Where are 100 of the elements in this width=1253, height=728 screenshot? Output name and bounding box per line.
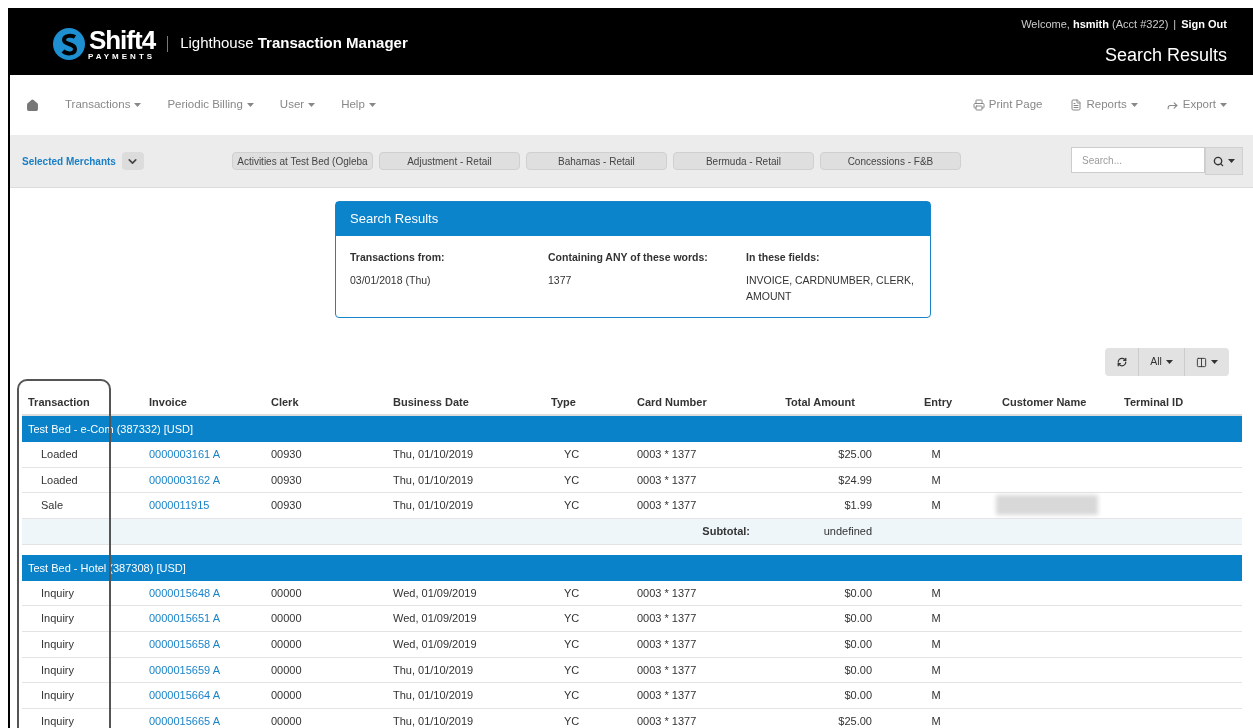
merchant-chip[interactable]: Activities at Test Bed (Ogleba (231, 152, 373, 170)
nav-menu[interactable]: Periodic Billing (167, 96, 254, 114)
selected-merchants-label: Selected Merchants (22, 154, 116, 169)
table-cell-text: $0.00 (843, 585, 873, 601)
app-title: Lighthouse Transaction Manager (180, 33, 408, 54)
merchants-dropdown-button[interactable] (121, 152, 144, 170)
table-cell-text: Inquiry (40, 662, 76, 678)
table-cell-text: 0003 * 1377 (636, 447, 698, 463)
table-cell-text: M (930, 472, 942, 488)
table-cell-text: 0003 * 1377 (636, 585, 698, 601)
table-cell-text: 0003 * 1377 (636, 472, 698, 488)
invoice-link[interactable]: 0000011915 (149, 499, 210, 512)
table-cell-text: YC (563, 713, 581, 728)
home-icon[interactable] (26, 98, 39, 112)
table-cell-text: Inquiry (40, 713, 76, 728)
merchant-chip[interactable]: Concessions - F&B (819, 152, 961, 170)
caret-icon (1228, 159, 1235, 163)
invoice-link[interactable]: 0000015665 A (149, 714, 220, 727)
merchant-chip[interactable]: Bahamas - Retail (525, 152, 667, 170)
merchant-chip[interactable]: Adjustment - Retail (378, 152, 520, 170)
field-value: 1377 (548, 272, 573, 288)
column-header[interactable]: Total Amount (785, 393, 855, 411)
subtotal-label: Subtotal: (701, 524, 751, 540)
table-cell-text: Wed, 01/09/2019 (392, 611, 478, 627)
nav-menu[interactable]: Help (341, 96, 376, 114)
welcome-text: Welcome, hsmith (Acct #322) (1021, 17, 1169, 32)
caret-icon (134, 103, 142, 107)
table-cell-text: YC (563, 611, 581, 627)
caret-icon (246, 103, 254, 107)
table-cell-text: $24.99 (837, 472, 873, 488)
table-cell-text: 0003 * 1377 (636, 713, 698, 728)
table-cell-text: YC (563, 447, 581, 463)
table-cell-text: M (930, 498, 942, 514)
merchant-chip[interactable]: Bermuda - Retail (672, 152, 814, 170)
column-header[interactable]: Terminal ID (1124, 393, 1184, 411)
table-cell-text: 0003 * 1377 (636, 662, 698, 678)
nav-menu[interactable]: User (279, 96, 316, 114)
table-cell-text: YC (563, 498, 581, 514)
table-cell-text: M (930, 611, 942, 627)
sign-out-link[interactable]: Sign Out (1181, 16, 1227, 33)
table-cell-text: M (930, 662, 942, 678)
column-header[interactable]: Type (551, 393, 576, 411)
nav-action[interactable]: Print Page (972, 96, 1043, 114)
table-cell-text: 0003 * 1377 (636, 611, 698, 627)
table-cell-text: 00930 (270, 472, 303, 488)
field-label: Containing ANY of these words: (548, 250, 709, 265)
table-cell-text: Thu, 01/10/2019 (392, 713, 475, 728)
table-cell-text: 0003 * 1377 (636, 637, 698, 652)
table-cell-text: 00000 (270, 688, 303, 704)
table-cell-text: M (930, 637, 942, 652)
column-header[interactable]: Transaction (28, 393, 90, 411)
table-cell-text: M (930, 447, 942, 463)
invoice-link[interactable]: 0000015651 A (149, 612, 220, 625)
column-header[interactable]: Card Number (637, 393, 707, 411)
table-cell-text: Inquiry (40, 688, 76, 704)
table-cell-text: 00930 (270, 498, 303, 514)
invoice-link[interactable]: 0000015658 A (149, 638, 220, 650)
table-cell-text: YC (563, 662, 581, 678)
table-cell-text: $0.00 (843, 662, 873, 678)
nav-menu[interactable]: Transactions (65, 96, 142, 114)
page-title: Search Results (1104, 43, 1227, 67)
table-cell-text: YC (563, 637, 581, 652)
nav-action[interactable]: Reports (1070, 96, 1138, 114)
invoice-link[interactable]: 0000015664 A (149, 689, 220, 702)
nav-action[interactable]: Export (1165, 96, 1227, 114)
column-header[interactable]: Invoice (149, 393, 187, 411)
table-cell-text: 00930 (270, 447, 303, 463)
field-value: 03/01/2018 (Thu) (350, 272, 432, 288)
column-header[interactable]: Entry (923, 393, 953, 411)
table-cell-text: $0.00 (843, 611, 873, 627)
invoice-link[interactable]: 0000003161 A (149, 448, 220, 461)
column-header[interactable]: Business Date (393, 393, 469, 411)
logo-wordmark: Shift4 (88, 26, 156, 53)
table-cell-text: Inquiry (40, 585, 76, 601)
caret-icon (1130, 103, 1138, 107)
table-cell-text: $1.99 (843, 498, 873, 514)
table-cell-text: 00000 (270, 713, 303, 728)
search-button[interactable] (1205, 147, 1243, 175)
caret-icon (368, 103, 376, 107)
column-header[interactable]: Clerk (271, 393, 299, 411)
table-cell-text: Sale (40, 498, 65, 514)
invoice-link[interactable]: 0000003162 A (149, 473, 220, 486)
invoice-link[interactable]: 0000015659 A (149, 663, 220, 676)
field-value: INVOICE, CARDNUMBER, CLERK, AMOUNT (746, 272, 916, 304)
table-cell-text: Thu, 01/10/2019 (392, 498, 475, 514)
search-field[interactable]: Search... (1071, 147, 1205, 173)
filter-dropdown[interactable]: All (1139, 348, 1185, 376)
table-cell-text: Loaded (40, 447, 79, 463)
field-label: In these fields: (746, 250, 821, 265)
table-cell-text: 00000 (270, 637, 303, 652)
card-title: Search Results (350, 210, 439, 229)
separator-text: | (1173, 17, 1177, 32)
table-cell-text: 00000 (270, 611, 303, 627)
field-label: Transactions from: (350, 250, 446, 265)
caret-icon (1211, 360, 1218, 364)
invoice-link[interactable]: 0000015648 A (149, 586, 220, 599)
column-header[interactable]: Customer Name (1002, 393, 1087, 411)
table-cell-text: M (930, 713, 942, 728)
caret-icon (308, 103, 316, 107)
table-cell-text: 00000 (270, 585, 303, 601)
